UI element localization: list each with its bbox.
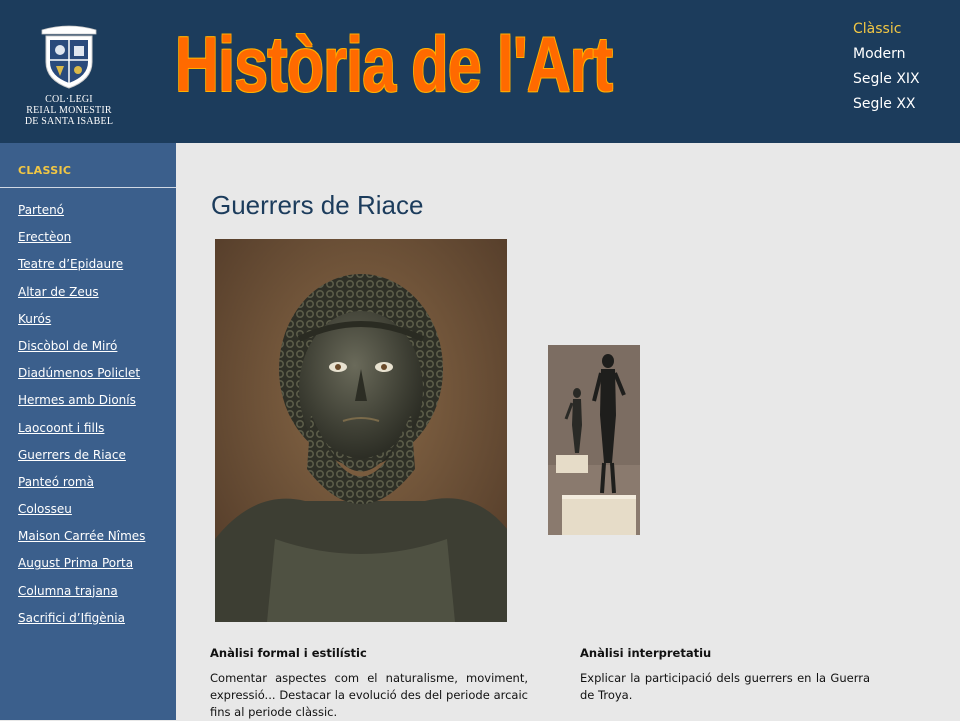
sidebar-link-kuros[interactable]: Kurós bbox=[18, 312, 51, 326]
sidebar-item: Maison Carrée Nîmes bbox=[18, 525, 176, 552]
sidebar-item: Panteó romà bbox=[18, 471, 176, 498]
period-link-classic[interactable]: Clàssic bbox=[853, 17, 920, 42]
interpretive-analysis: Anàlisi interpretatiu Explicar la partic… bbox=[580, 646, 870, 704]
sidebar-item: Guerrers de Riace bbox=[18, 444, 176, 471]
sidebar-link-colosseu[interactable]: Colosseu bbox=[18, 502, 72, 516]
sidebar-link-ifigenia[interactable]: Sacrifici d’Ifigènia bbox=[18, 611, 125, 625]
sidebar-item: Diadúmenos Policlet bbox=[18, 362, 176, 389]
sidebar-item: Partenó bbox=[18, 199, 176, 226]
formal-analysis: Anàlisi formal i estilístic Comentar asp… bbox=[210, 646, 528, 721]
school-name: COL·LEGI REIAL MONESTIR DE SANTA ISABEL bbox=[14, 94, 124, 127]
period-link-segle-xx[interactable]: Segle XX bbox=[853, 92, 920, 117]
sidebar-link-columna[interactable]: Columna trajana bbox=[18, 584, 118, 598]
site-title: Història de l'Art bbox=[175, 20, 613, 108]
bust-image[interactable] bbox=[215, 239, 507, 622]
sidebar-link-teatre-epidaure[interactable]: Teatre d’Epidaure bbox=[18, 257, 123, 271]
sidebar-link-guerrers-riace[interactable]: Guerrers de Riace bbox=[18, 448, 126, 462]
sidebar-item: August Prima Porta bbox=[18, 552, 176, 579]
sidebar: CLASSIC Partenó Erectèon Teatre d’Epidau… bbox=[0, 143, 176, 720]
crest-icon bbox=[41, 25, 97, 89]
school-name-line: DE SANTA ISABEL bbox=[24, 116, 114, 127]
period-link-segle-xix[interactable]: Segle XIX bbox=[853, 67, 920, 92]
sidebar-link-august[interactable]: August Prima Porta bbox=[18, 556, 133, 570]
sidebar-link-parteno[interactable]: Partenó bbox=[18, 203, 64, 217]
sidebar-link-laocoont[interactable]: Laocoont i fills bbox=[18, 421, 104, 435]
sidebar-item: Discòbol de Miró bbox=[18, 335, 176, 362]
site-header: COL·LEGI REIAL MONESTIR DE SANTA ISABEL … bbox=[0, 0, 960, 143]
sidebar-link-panteo[interactable]: Panteó romà bbox=[18, 475, 94, 489]
interpretive-analysis-heading: Anàlisi interpretatiu bbox=[580, 646, 712, 660]
sidebar-item: Teatre d’Epidaure bbox=[18, 253, 176, 280]
sidebar-item: Hermes amb Dionís bbox=[18, 389, 176, 416]
statues-illustration bbox=[548, 345, 640, 535]
sidebar-section-title: CLASSIC bbox=[18, 164, 72, 177]
sidebar-link-erecteon[interactable]: Erectèon bbox=[18, 230, 71, 244]
sidebar-item: Kurós bbox=[18, 308, 176, 335]
period-nav: Clàssic Modern Segle XIX Segle XX bbox=[853, 17, 920, 117]
sidebar-item: Columna trajana bbox=[18, 580, 176, 607]
period-link-modern[interactable]: Modern bbox=[853, 42, 920, 67]
sidebar-link-discobol[interactable]: Discòbol de Miró bbox=[18, 339, 117, 353]
sidebar-link-hermes[interactable]: Hermes amb Dionís bbox=[18, 393, 136, 407]
school-logo[interactable]: COL·LEGI REIAL MONESTIR DE SANTA ISABEL bbox=[14, 22, 124, 127]
sidebar-item: Altar de Zeus bbox=[18, 281, 176, 308]
sidebar-list: Partenó Erectèon Teatre d’Epidaure Altar… bbox=[0, 188, 176, 634]
formal-analysis-text: Comentar aspectes com el naturalisme, mo… bbox=[210, 671, 528, 719]
formal-analysis-heading: Anàlisi formal i estilístic bbox=[210, 646, 367, 660]
school-name-line: REIAL MONESTIR bbox=[26, 105, 112, 116]
sidebar-item: Erectèon bbox=[18, 226, 176, 253]
sidebar-item: Sacrifici d’Ifigènia bbox=[18, 607, 176, 634]
statues-image[interactable] bbox=[548, 345, 640, 535]
interpretive-analysis-text: Explicar la participació dels guerrers e… bbox=[580, 671, 870, 702]
sidebar-item: Laocoont i fills bbox=[18, 417, 176, 444]
bust-illustration bbox=[215, 239, 507, 622]
page-title: Guerrers de Riace bbox=[211, 190, 424, 220]
sidebar-link-diadumenos[interactable]: Diadúmenos Policlet bbox=[18, 366, 140, 380]
sidebar-link-altar-zeus[interactable]: Altar de Zeus bbox=[18, 285, 99, 299]
main-content: Guerrers de Riace Anàlisi formal i estil… bbox=[176, 143, 960, 720]
school-name-line: COL·LEGI bbox=[45, 94, 93, 105]
sidebar-link-maison-carree[interactable]: Maison Carrée Nîmes bbox=[18, 529, 145, 543]
sidebar-item: Colosseu bbox=[18, 498, 176, 525]
